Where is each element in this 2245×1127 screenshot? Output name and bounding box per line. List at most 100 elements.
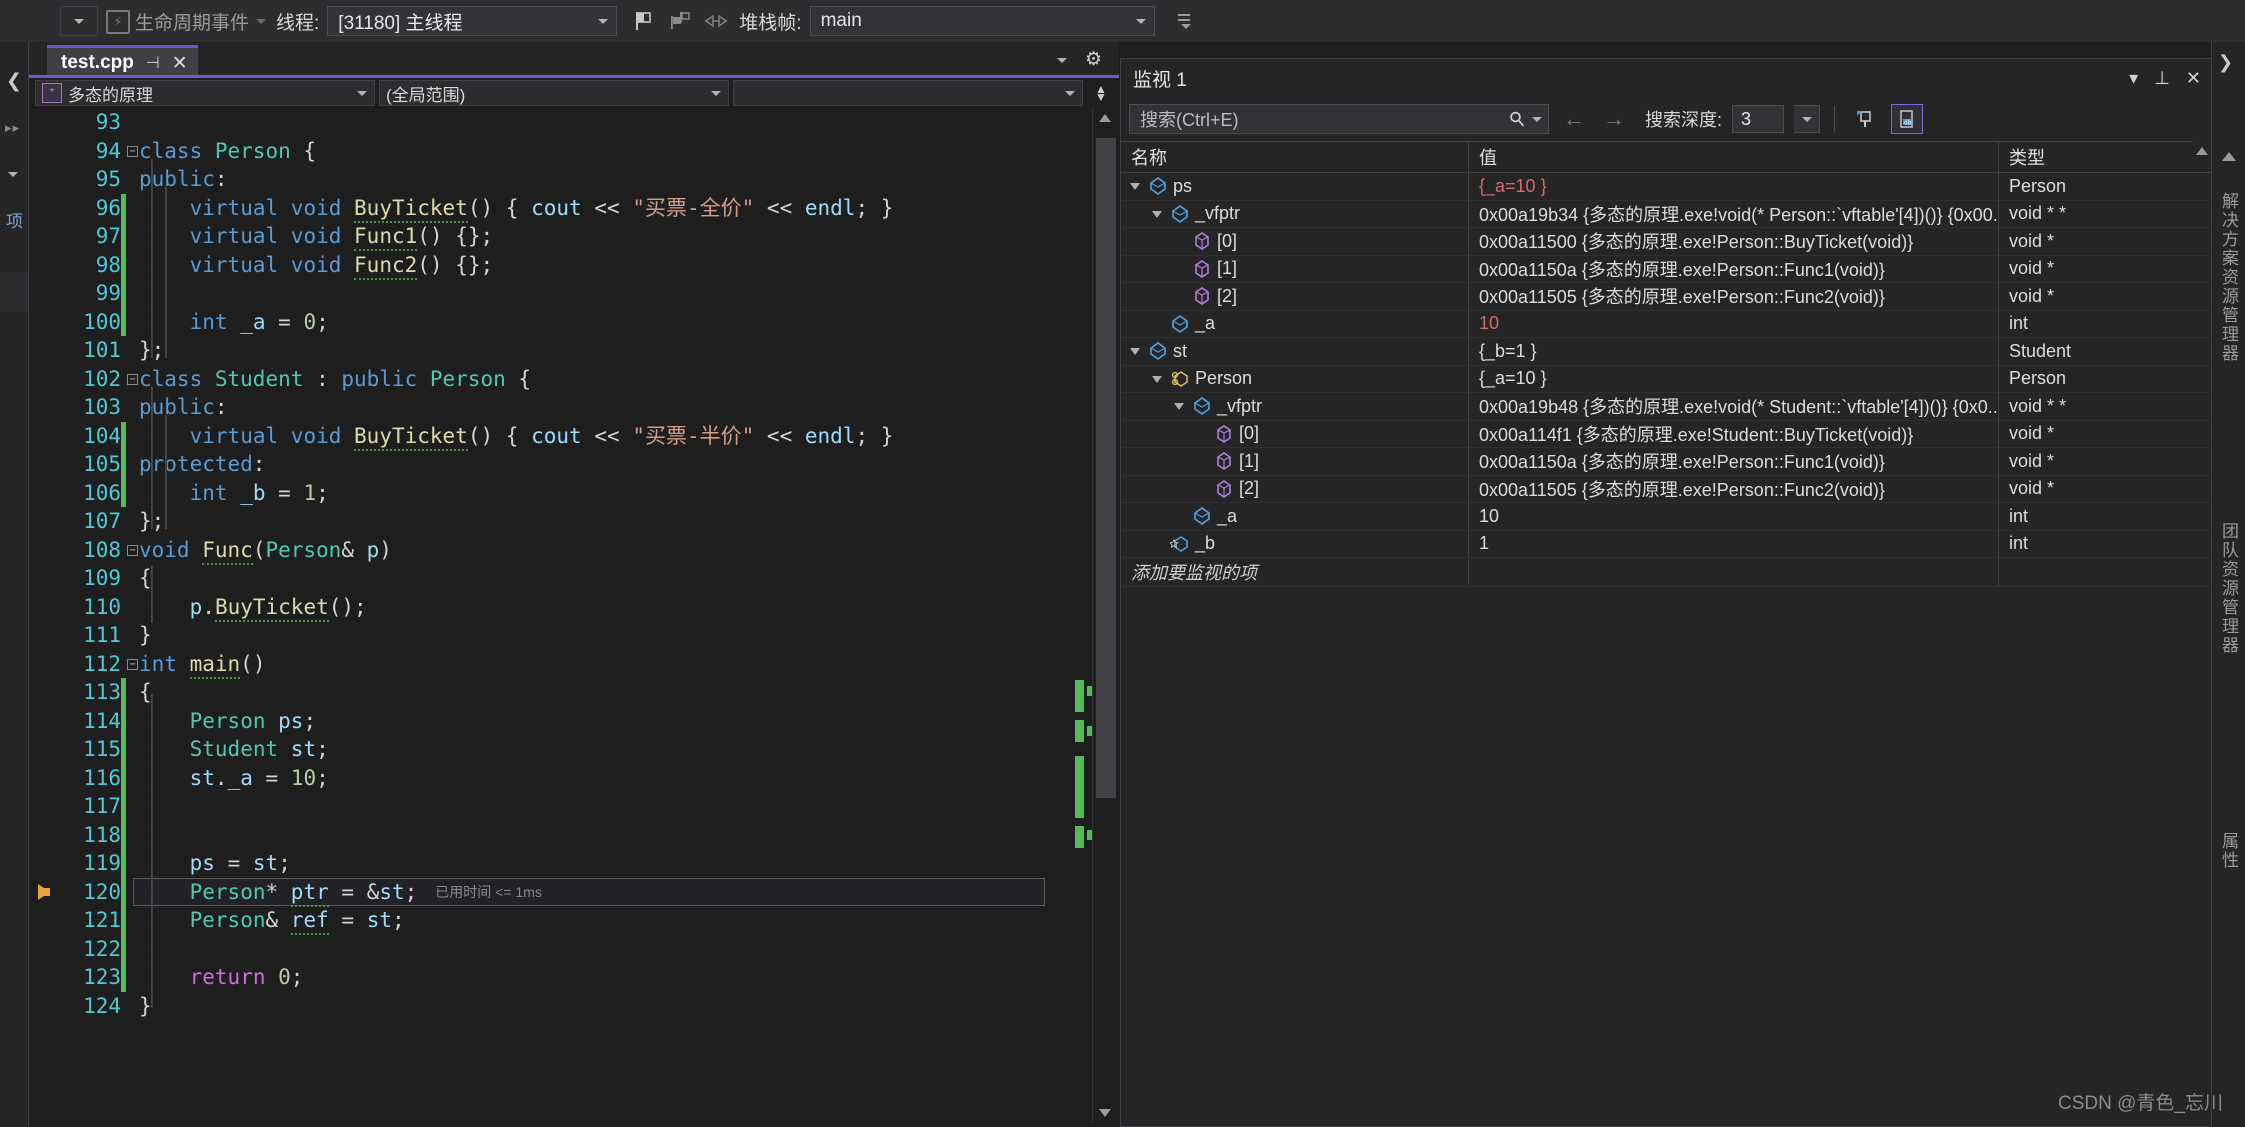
right-tab-team-explorer[interactable]: 团队资源管理器 bbox=[2217, 522, 2241, 655]
watch-row[interactable]: [0] 0x00a11500 {多态的原理.exe!Person::BuyTick… bbox=[1121, 228, 2211, 256]
column-header-value[interactable]: 值 bbox=[1469, 142, 1999, 172]
pin-icon[interactable]: ⊣ bbox=[146, 53, 160, 73]
tree-expander[interactable] bbox=[1173, 399, 1187, 413]
code-line[interactable]: 122 bbox=[29, 934, 1069, 963]
code-line[interactable]: 117 bbox=[29, 792, 1069, 821]
watch-row[interactable]: [2] 0x00a11505 {多态的原理.exe!Person::Func2(v… bbox=[1121, 475, 2211, 503]
split-view-button[interactable]: ▲ ▼ bbox=[1089, 80, 1113, 106]
navbar-scope-dropdown[interactable]: (全局范围) bbox=[379, 80, 729, 106]
fold-toggle-icon[interactable]: − bbox=[127, 544, 138, 556]
watch-row[interactable]: _vfptr 0x00a19b34 {多态的原理.exe!void(* Perso… bbox=[1121, 200, 2211, 228]
tree-expander[interactable] bbox=[1151, 372, 1165, 386]
scroll-thumb[interactable] bbox=[1096, 138, 1116, 798]
watch-name-cell[interactable]: _vfptr bbox=[1121, 200, 1469, 227]
code-line[interactable]: 106 int _b = 1; bbox=[29, 478, 1069, 507]
right-tab-solution-explorer[interactable]: 解决方案资源管理器 bbox=[2217, 192, 2241, 363]
column-header-type[interactable]: 类型 bbox=[1999, 142, 2189, 172]
chevron-down-icon[interactable] bbox=[8, 172, 18, 177]
watch-value-cell[interactable]: 0x00a19b34 {多态的原理.exe!void(* Person::`vf… bbox=[1469, 200, 1999, 227]
toolbar-process-dropdown[interactable] bbox=[60, 6, 98, 36]
watch-name-cell[interactable]: _a bbox=[1121, 310, 1469, 337]
watch-name-cell[interactable]: _vfptr bbox=[1121, 393, 1469, 420]
code-line[interactable]: 96 virtual void BuyTicket() { cout << "买… bbox=[29, 193, 1069, 223]
code-line[interactable]: 98 virtual void Func2() {}; bbox=[29, 250, 1069, 280]
watch-name-cell[interactable]: [0] bbox=[1121, 420, 1469, 447]
chevron-left-icon[interactable]: ❮ bbox=[6, 70, 22, 93]
code-line[interactable]: 107}; bbox=[29, 507, 1069, 536]
code-line[interactable]: 100 int _a = 0; bbox=[29, 307, 1069, 336]
search-prev-button[interactable]: ← bbox=[1559, 106, 1589, 132]
watch-value-cell[interactable]: 0x00a11505 {多态的原理.exe!Person::Func2(void… bbox=[1469, 475, 1999, 502]
left-strip-vertical-label[interactable]: 项 bbox=[3, 212, 25, 230]
editor-vertical-scrollbar[interactable] bbox=[1092, 108, 1119, 1123]
code-surface[interactable]: 93 94− class Person {95 public: 96 virtual v… bbox=[29, 108, 1119, 1123]
editor-tab-test-cpp[interactable]: test.cpp ⊣ ✕ bbox=[47, 45, 198, 78]
code-line[interactable]: 102− class Student : public Person { bbox=[29, 365, 1069, 394]
fold-toggle-icon[interactable]: − bbox=[127, 658, 138, 670]
pin-icon[interactable]: ⊥ bbox=[2154, 68, 2170, 89]
link-icon[interactable] bbox=[703, 8, 729, 34]
watch-value-cell[interactable]: 1 bbox=[1469, 530, 1999, 557]
watch-name-cell[interactable]: [2] bbox=[1121, 475, 1469, 502]
watch-value-cell[interactable]: 0x00a11505 {多态的原理.exe!Person::Func2(void… bbox=[1469, 283, 1999, 310]
watch-value-cell[interactable]: {_b=1 } bbox=[1469, 338, 1999, 365]
watch-row[interactable]: _vfptr 0x00a19b48 {多态的原理.exe!void(* Stude… bbox=[1121, 393, 2211, 421]
right-tab-properties[interactable]: 属性 bbox=[2217, 832, 2241, 870]
code-line[interactable]: 103 public: bbox=[29, 393, 1069, 422]
watch-name-cell[interactable]: st bbox=[1121, 338, 1469, 365]
watch-value-cell[interactable]: 0x00a1150a {多态的原理.exe!Person::Func1(void… bbox=[1469, 255, 1999, 282]
watch-value-cell[interactable]: {_a=10 } bbox=[1469, 365, 1999, 392]
code-line[interactable]: 108− void Func(Person& p) bbox=[29, 536, 1069, 565]
code-line[interactable]: 124} bbox=[29, 992, 1069, 1021]
chevron-right-icon[interactable]: ❯ bbox=[2218, 52, 2233, 73]
pin-column-icon[interactable] bbox=[1849, 104, 1881, 134]
watch-value-cell[interactable]: 0x00a114f1 {多态的原理.exe!Student::BuyTicket… bbox=[1469, 420, 1999, 447]
watch-row[interactable]: [1] 0x00a1150a {多态的原理.exe!Person::Func1(v… bbox=[1121, 255, 2211, 283]
fold-toggle-icon[interactable]: − bbox=[127, 145, 138, 157]
watch-row[interactable]: [2] 0x00a11505 {多态的原理.exe!Person::Func2(v… bbox=[1121, 283, 2211, 311]
add-watch-row[interactable]: 添加要监视的项 bbox=[1121, 558, 2211, 587]
code-line[interactable]: 104 virtual void BuyTicket() { cout << "… bbox=[29, 421, 1069, 451]
scroll-down-arrow[interactable] bbox=[1099, 1109, 1111, 1117]
code-line[interactable]: 95 public: bbox=[29, 165, 1069, 194]
watch-name-cell[interactable]: _b bbox=[1121, 530, 1469, 557]
code-line[interactable]: 99 bbox=[29, 279, 1069, 308]
watch-row[interactable]: Person {_a=10 } Person bbox=[1121, 365, 2211, 393]
watch-row[interactable]: ps {_a=10 } Person bbox=[1121, 173, 2211, 201]
gear-icon[interactable]: ⚙ bbox=[1085, 50, 1105, 70]
close-icon[interactable]: ✕ bbox=[2186, 68, 2201, 89]
tree-expander[interactable] bbox=[1151, 207, 1165, 221]
stack-frame-select[interactable]: main bbox=[809, 6, 1155, 36]
watch-row[interactable]: _b 1 int bbox=[1121, 530, 2211, 558]
watch-name-cell[interactable]: [2] bbox=[1121, 283, 1469, 310]
watch-row[interactable]: [1] 0x00a1150a {多态的原理.exe!Person::Func1(v… bbox=[1121, 448, 2211, 476]
close-icon[interactable]: ✕ bbox=[172, 52, 188, 75]
code-line[interactable]: 113 { bbox=[29, 678, 1069, 707]
watch-search-input[interactable]: 搜索(Ctrl+E) bbox=[1129, 104, 1549, 134]
search-depth-value[interactable]: 3 bbox=[1732, 105, 1785, 133]
scroll-up-arrow[interactable] bbox=[2222, 152, 2236, 161]
watch-value-cell[interactable]: {_a=10 } bbox=[1469, 173, 1999, 200]
chevron-down-icon[interactable]: ▾ bbox=[2129, 68, 2138, 89]
flag-icon[interactable] bbox=[631, 8, 657, 34]
code-line[interactable]: 118 bbox=[29, 820, 1069, 849]
code-line[interactable]: 120 Person* ptr = &st; 已用时间 <= 1ms bbox=[29, 877, 1069, 907]
watch-name-cell[interactable]: [1] bbox=[1121, 255, 1469, 282]
chevron-down-icon[interactable] bbox=[1532, 116, 1542, 122]
watch-value-cell[interactable]: 0x00a19b48 {多态的原理.exe!void(* Student::`v… bbox=[1469, 393, 1999, 420]
watch-row[interactable]: _a 10 int bbox=[1121, 310, 2211, 338]
watch-value-cell[interactable]: 0x00a11500 {多态的原理.exe!Person::BuyTicket(… bbox=[1469, 228, 1999, 255]
code-line[interactable]: 109 { bbox=[29, 564, 1069, 593]
double-arrow-icon[interactable]: ▸▸ bbox=[5, 120, 20, 136]
navbar-member-dropdown[interactable] bbox=[733, 80, 1083, 106]
search-depth-dropdown[interactable] bbox=[1794, 105, 1821, 133]
code-line[interactable]: 101}; bbox=[29, 336, 1069, 365]
code-line[interactable]: 116 st._a = 10; bbox=[29, 763, 1069, 792]
flag-multi-icon[interactable] bbox=[667, 8, 693, 34]
toolbar-overflow-button[interactable] bbox=[1175, 10, 1197, 32]
watch-row[interactable]: [0] 0x00a114f1 {多态的原理.exe!Student::BuyTic… bbox=[1121, 420, 2211, 448]
chevron-down-icon[interactable] bbox=[1057, 57, 1067, 63]
watch-scroll-up[interactable] bbox=[2193, 141, 2211, 171]
code-line[interactable]: 111} bbox=[29, 621, 1069, 650]
watch-row[interactable]: st {_b=1 } Student bbox=[1121, 338, 2211, 366]
